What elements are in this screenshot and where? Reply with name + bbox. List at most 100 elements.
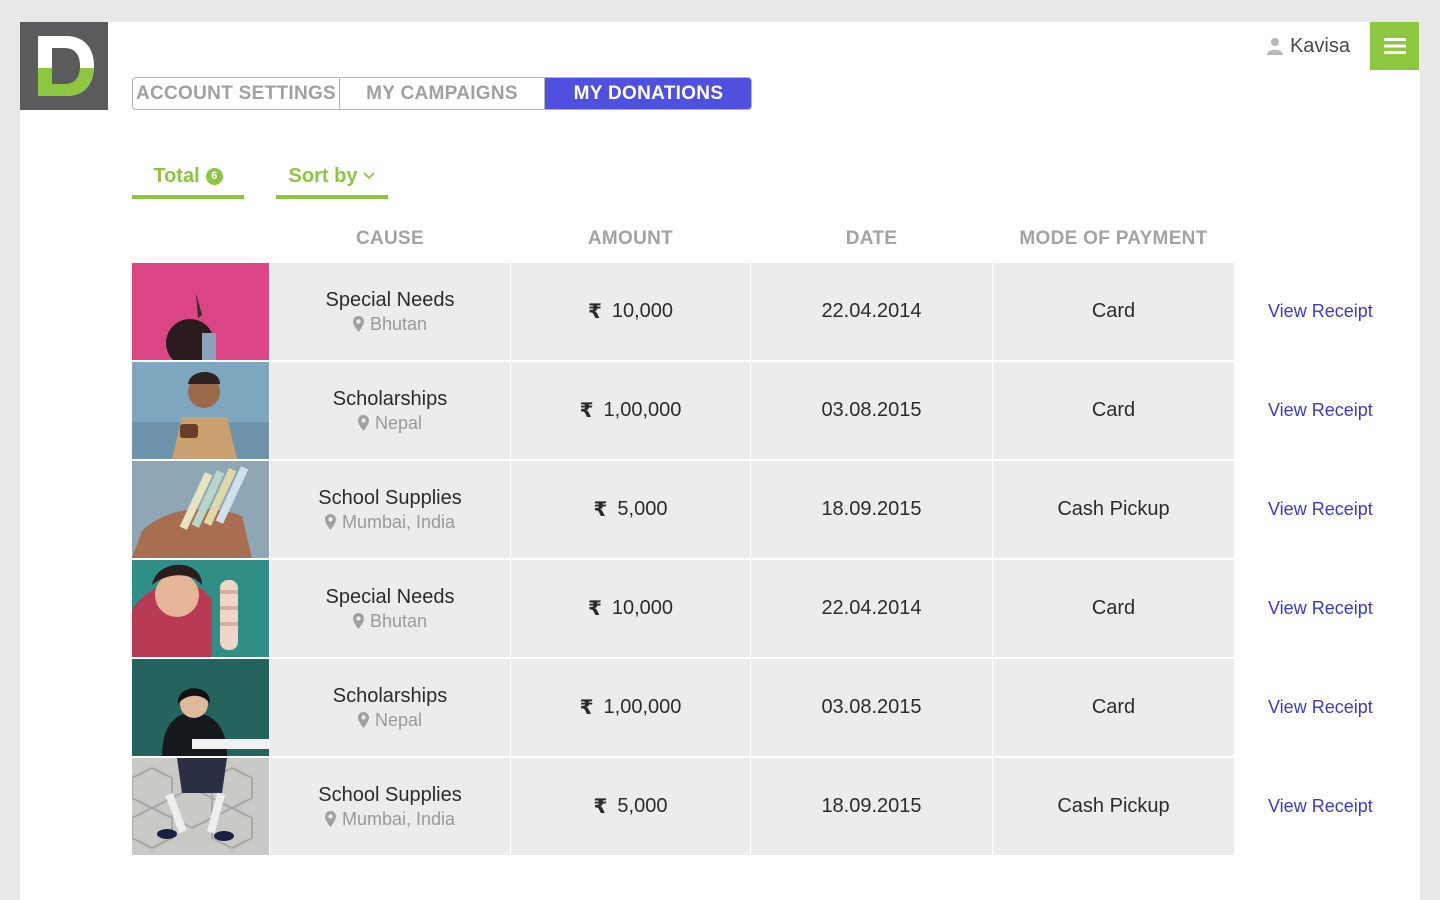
view-receipt-link[interactable]: View Receipt: [1268, 758, 1373, 855]
cause-cell: Special Needs Bhutan: [270, 263, 510, 360]
donations-table: Special Needs Bhutan ₹10,000 22.04.2014 …: [132, 263, 1392, 857]
date-cell: 03.08.2015: [751, 362, 992, 459]
cause-name: Special Needs: [325, 288, 455, 311]
user-icon: [1266, 38, 1283, 55]
table-row: Special Needs Bhutan ₹10,000 22.04.2014 …: [132, 263, 1392, 360]
logo-mark: [38, 36, 94, 96]
cause-name: Scholarships: [332, 387, 448, 410]
amount-cell: ₹5,000: [511, 758, 750, 855]
hamburger-icon: [1383, 38, 1406, 54]
cause-image: [132, 659, 269, 756]
cause-location: Mumbai, India: [324, 808, 456, 830]
logo[interactable]: [20, 22, 108, 110]
amount-value: 10,000: [611, 597, 674, 619]
tab-my-donations[interactable]: MY DONATIONS: [545, 78, 751, 109]
total-count-badge: 6: [205, 167, 223, 185]
cause-location: Nepal: [357, 709, 423, 731]
payment-mode-cell: Card: [993, 560, 1234, 657]
table-row: Special Needs Bhutan ₹10,000 22.04.2014 …: [132, 560, 1392, 657]
cause-image: [132, 758, 269, 855]
header-amount: AMOUNT: [587, 228, 674, 249]
payment-mode-cell: Card: [993, 362, 1234, 459]
header-mode-of-payment: MODE OF PAYMENT: [1019, 228, 1208, 249]
account-tabs: ACCOUNT SETTINGS MY CAMPAIGNS MY DONATIO…: [132, 77, 752, 110]
cause-image: [132, 560, 269, 657]
tab-account-settings[interactable]: ACCOUNT SETTINGS: [133, 78, 340, 109]
map-pin-icon: [357, 415, 369, 431]
location-label: Nepal: [374, 709, 423, 730]
table-row: Scholarships Nepal ₹1,00,000 03.08.2015 …: [132, 659, 1392, 756]
user-menu[interactable]: Kavisa: [1266, 33, 1350, 59]
table-header: CAUSE AMOUNT DATE MODE OF PAYMENT: [0, 228, 1440, 254]
view-receipt-link[interactable]: View Receipt: [1268, 461, 1373, 558]
date-cell: 22.04.2014: [751, 560, 992, 657]
location-label: Nepal: [374, 412, 423, 433]
cause-cell: Scholarships Nepal: [270, 659, 510, 756]
tab-my-campaigns[interactable]: MY CAMPAIGNS: [340, 78, 545, 109]
amount-value: 1,00,000: [603, 696, 682, 718]
cause-name: Special Needs: [325, 585, 455, 608]
amount-cell: ₹10,000: [511, 560, 750, 657]
table-row: School Supplies Mumbai, India ₹5,000 18.…: [132, 461, 1392, 558]
view-receipt-link[interactable]: View Receipt: [1268, 263, 1373, 360]
cause-name: Scholarships: [332, 684, 448, 707]
amount-value: 5,000: [617, 795, 668, 817]
payment-mode-cell: Cash Pickup: [993, 758, 1234, 855]
user-name: Kavisa: [1289, 34, 1350, 57]
rupee-icon: ₹: [593, 499, 608, 521]
rupee-icon: ₹: [587, 598, 602, 620]
sort-by-dropdown[interactable]: Sort by: [276, 157, 388, 199]
location-label: Bhutan: [369, 313, 428, 334]
cause-location: Bhutan: [352, 610, 428, 632]
cause-location: Mumbai, India: [324, 511, 456, 533]
rupee-icon: ₹: [579, 400, 594, 422]
map-pin-icon: [357, 712, 369, 728]
map-pin-icon: [352, 316, 364, 332]
date-cell: 22.04.2014: [751, 263, 992, 360]
table-row: School Supplies Mumbai, India ₹5,000 18.…: [132, 758, 1392, 855]
cause-name: School Supplies: [318, 783, 462, 806]
header-date: DATE: [845, 228, 898, 249]
cause-name: School Supplies: [318, 486, 462, 509]
rupee-icon: ₹: [593, 796, 608, 818]
rupee-icon: ₹: [587, 301, 602, 323]
location-label: Mumbai, India: [341, 808, 456, 829]
map-pin-icon: [352, 613, 364, 629]
date-cell: 03.08.2015: [751, 659, 992, 756]
cause-location: Nepal: [357, 412, 423, 434]
date-cell: 18.09.2015: [751, 758, 992, 855]
amount-cell: ₹5,000: [511, 461, 750, 558]
cause-cell: School Supplies Mumbai, India: [270, 758, 510, 855]
payment-mode-cell: Cash Pickup: [993, 461, 1234, 558]
cause-cell: Scholarships Nepal: [270, 362, 510, 459]
sort-label: Sort by: [288, 164, 358, 187]
view-receipt-link[interactable]: View Receipt: [1268, 659, 1373, 756]
amount-value: 1,00,000: [603, 399, 682, 421]
cause-image: [132, 362, 269, 459]
amount-value: 10,000: [611, 300, 674, 322]
map-pin-icon: [324, 514, 336, 530]
menu-button[interactable]: [1370, 22, 1419, 70]
amount-cell: ₹10,000: [511, 263, 750, 360]
chevron-down-icon: [363, 172, 376, 180]
payment-mode-cell: Card: [993, 263, 1234, 360]
amount-value: 5,000: [617, 498, 668, 520]
total-label: Total: [153, 164, 200, 187]
view-receipt-link[interactable]: View Receipt: [1268, 362, 1373, 459]
date-cell: 18.09.2015: [751, 461, 992, 558]
header-cause: CAUSE: [355, 228, 424, 249]
table-row: Scholarships Nepal ₹1,00,000 03.08.2015 …: [132, 362, 1392, 459]
cause-cell: School Supplies Mumbai, India: [270, 461, 510, 558]
payment-mode-cell: Card: [993, 659, 1234, 756]
total-filter[interactable]: Total 6: [132, 157, 244, 199]
amount-cell: ₹1,00,000: [511, 659, 750, 756]
cause-image: [132, 461, 269, 558]
location-label: Bhutan: [369, 610, 428, 631]
location-label: Mumbai, India: [341, 511, 456, 532]
view-receipt-link[interactable]: View Receipt: [1268, 560, 1373, 657]
amount-cell: ₹1,00,000: [511, 362, 750, 459]
rupee-icon: ₹: [579, 697, 594, 719]
cause-cell: Special Needs Bhutan: [270, 560, 510, 657]
map-pin-icon: [324, 811, 336, 827]
cause-image: [132, 263, 269, 360]
